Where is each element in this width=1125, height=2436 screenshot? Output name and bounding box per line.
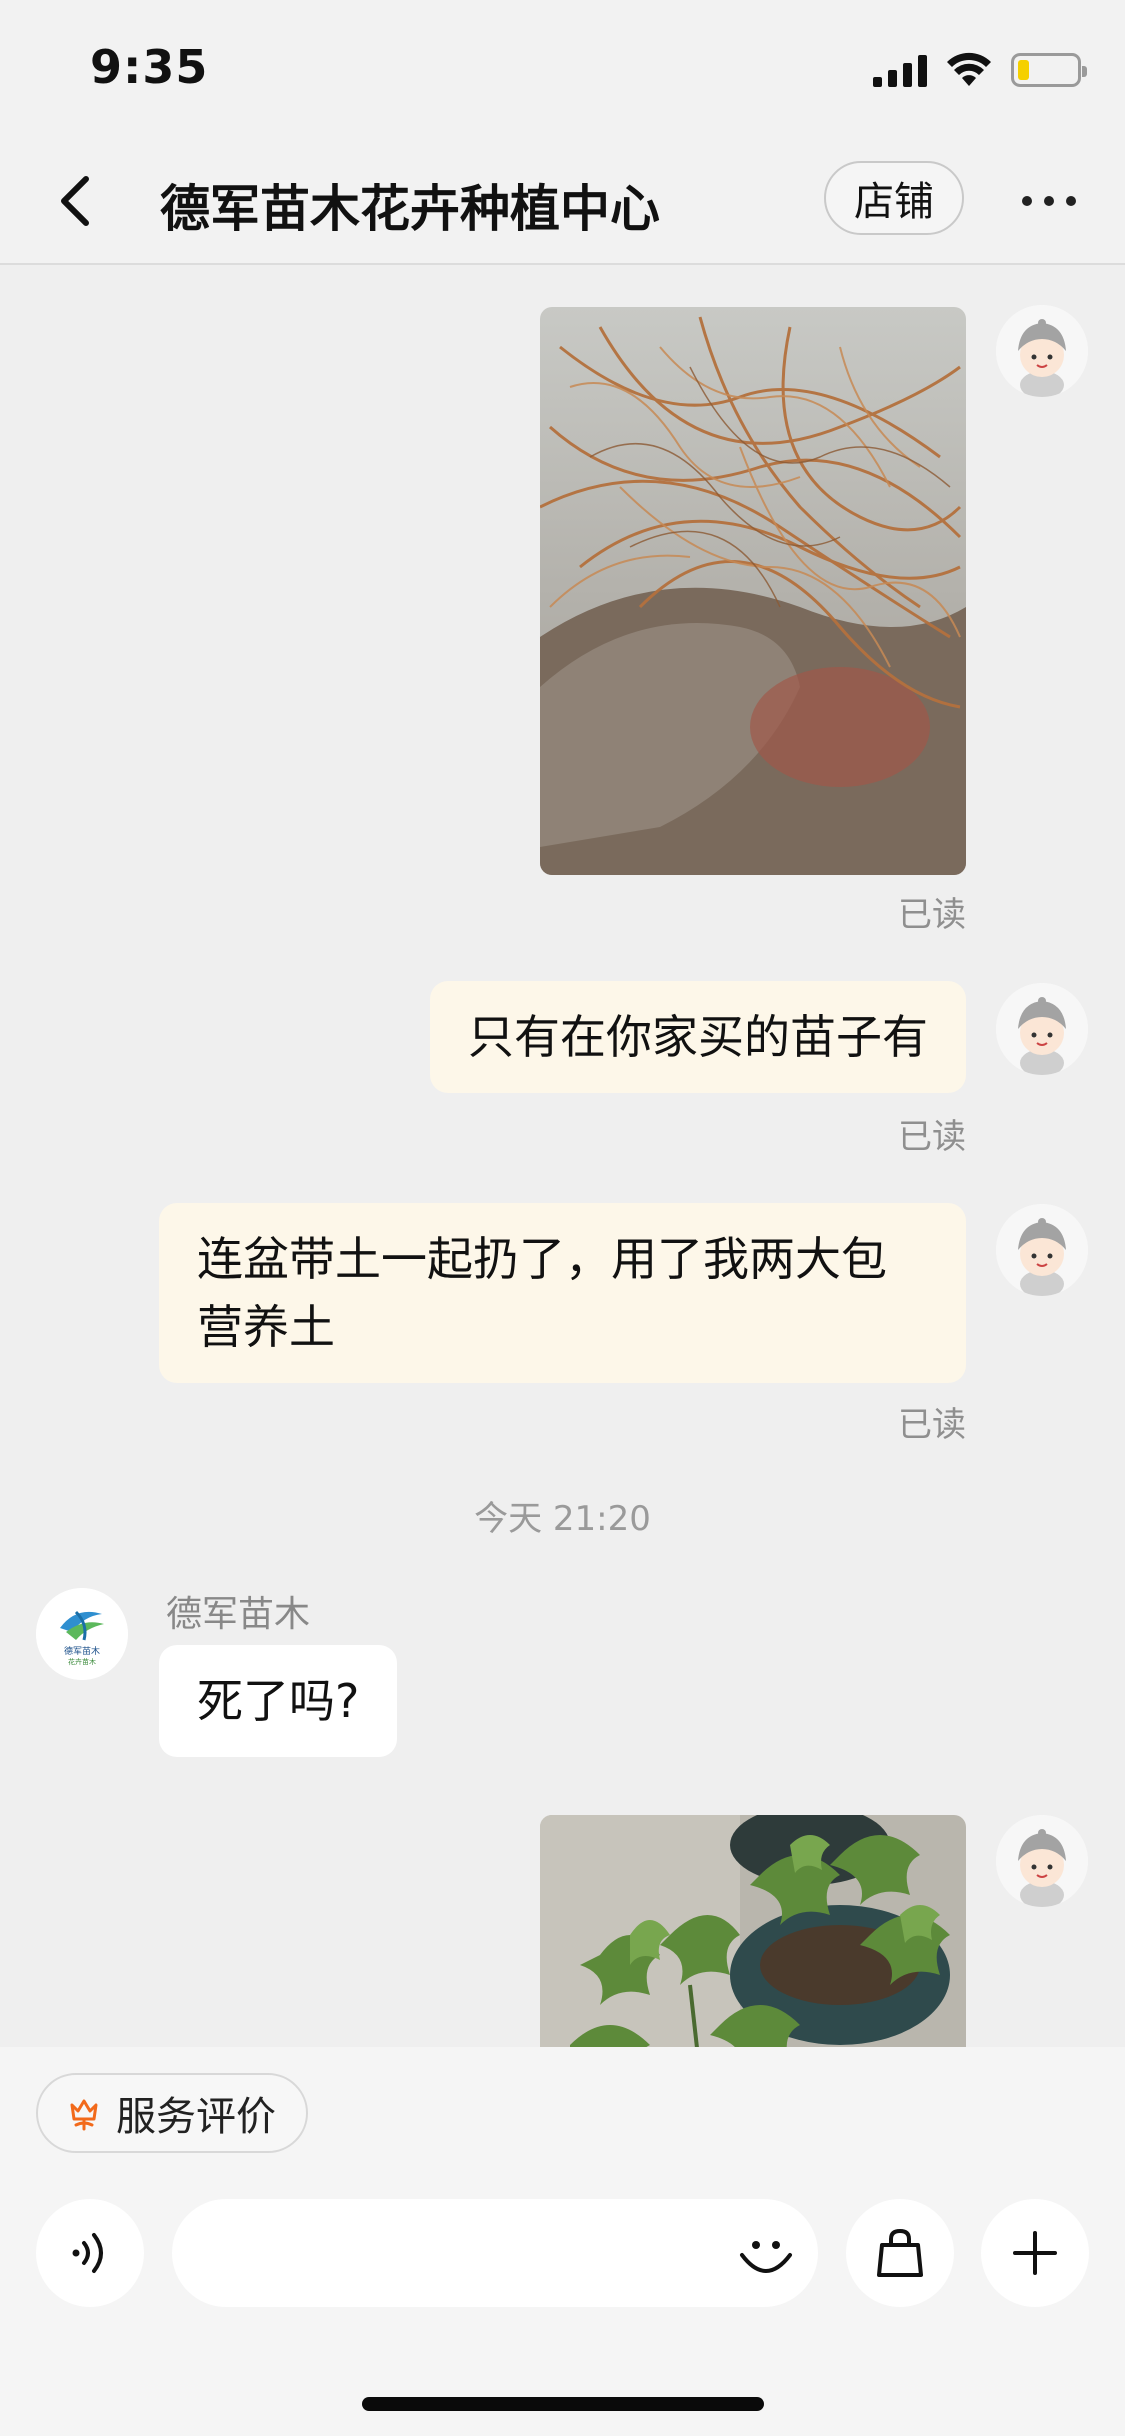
battery-level: [1018, 60, 1030, 80]
cartoon-avatar-icon: [996, 1815, 1088, 1907]
input-row: [0, 2199, 1125, 2309]
read-status: 已读: [898, 1405, 966, 1445]
cartoon-avatar-icon: [996, 1204, 1088, 1296]
shopping-bag-icon: [877, 2228, 923, 2277]
message-image-roots[interactable]: [540, 307, 966, 875]
shop-avatar[interactable]: 德军苗木 花卉苗木: [36, 1588, 128, 1680]
chat-title: 德军苗木花卉种植中心: [160, 180, 660, 238]
read-status: 已读: [898, 1117, 966, 1157]
svg-text:花卉苗木: 花卉苗木: [68, 1657, 96, 1666]
status-icons: [873, 50, 1087, 90]
service-rating-label: 服务评价: [116, 2094, 276, 2140]
add-button[interactable]: [981, 2199, 1089, 2307]
battery-icon: [1011, 53, 1087, 87]
chat-message-list[interactable]: 已读 只有在你家买的苗子有 已读 连盆带土一起扔了，用了我两大包 营养土 已读 …: [0, 267, 1125, 2047]
more-horizontal-icon[interactable]: [1022, 191, 1082, 211]
svg-text:德军苗木: 德军苗木: [64, 1645, 100, 1657]
message-image-plants[interactable]: [540, 1815, 966, 2047]
user-avatar[interactable]: [996, 1204, 1088, 1296]
bottom-panel: 服务评价: [0, 2047, 1125, 2436]
message-bubble-mine[interactable]: 连盆带土一起扔了，用了我两大包 营养土: [159, 1203, 966, 1383]
message-bubble-theirs[interactable]: 死了吗?: [159, 1645, 398, 1757]
potted-fig-plants-photo: [540, 1815, 966, 2047]
voice-button[interactable]: [36, 2199, 144, 2307]
wifi-icon: [947, 52, 991, 86]
message-timestamp: 今天 21:20: [474, 1499, 651, 1539]
chat-header: 德军苗木花卉种植中心 店铺: [0, 135, 1125, 265]
shop-button[interactable]: [846, 2199, 954, 2307]
home-indicator[interactable]: [362, 2397, 764, 2411]
chevron-left-icon[interactable]: [52, 171, 102, 231]
voice-icon: [72, 2233, 103, 2273]
store-button[interactable]: 店铺: [824, 161, 964, 235]
smile-icon[interactable]: [734, 2221, 798, 2285]
user-avatar[interactable]: [996, 983, 1088, 1075]
sender-name: 德军苗木: [166, 1594, 311, 1635]
message-bubble-mine[interactable]: 只有在你家买的苗子有: [430, 981, 966, 1093]
plus-icon: [1013, 2231, 1057, 2275]
user-avatar[interactable]: [996, 305, 1088, 397]
plant-roots-photo: [540, 307, 966, 875]
read-status: 已读: [898, 895, 966, 935]
user-avatar[interactable]: [996, 1815, 1088, 1907]
cartoon-avatar-icon: [996, 305, 1088, 397]
cartoon-avatar-icon: [996, 983, 1088, 1075]
flower-icon: [70, 2099, 98, 2131]
cellular-signal-icon: [873, 53, 927, 87]
status-bar: 9:35: [0, 0, 1125, 135]
service-rating-button[interactable]: 服务评价: [36, 2073, 308, 2153]
message-input[interactable]: [172, 2199, 818, 2307]
status-time: 9:35: [90, 40, 209, 94]
shop-logo: 德军苗木 花卉苗木: [36, 1588, 128, 1680]
